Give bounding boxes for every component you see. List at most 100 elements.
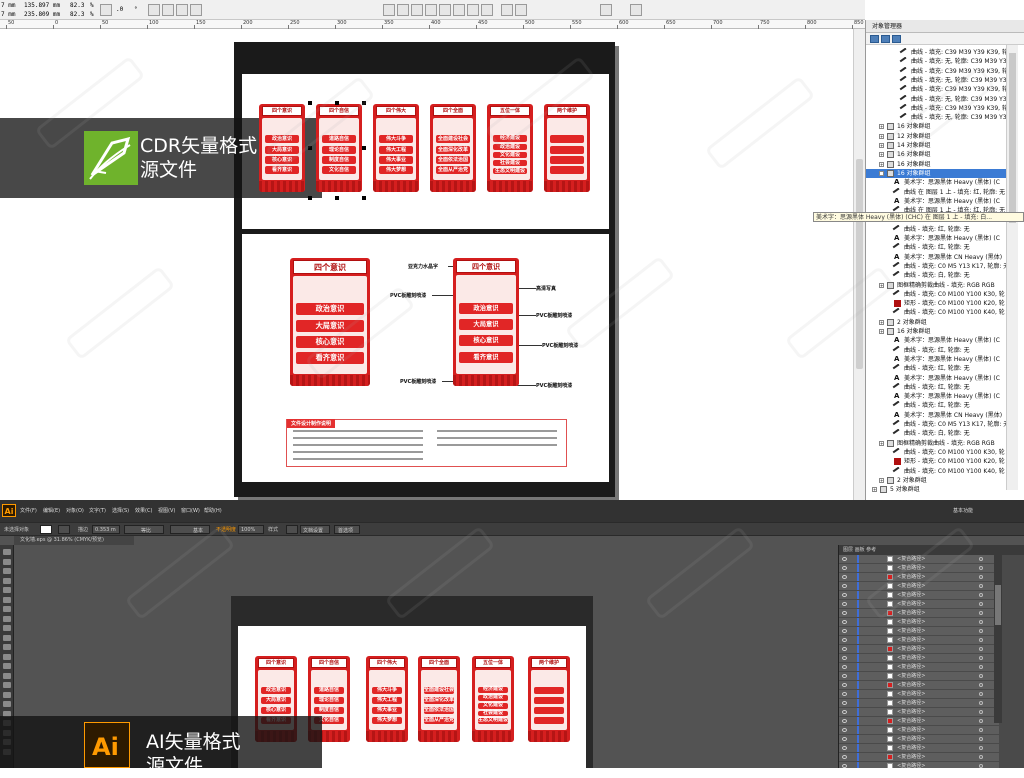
layer-row[interactable]: <复合路径> (839, 573, 999, 582)
weld-icon[interactable] (425, 4, 437, 16)
prop-field-h[interactable]: 7 mm (1, 11, 15, 18)
target-icon[interactable] (979, 638, 983, 642)
object-tree-row[interactable]: + 图框精确剪裁曲线 - 填充: RGB RGB (866, 439, 1006, 448)
tool-icon[interactable] (3, 663, 11, 669)
mirror-h-icon[interactable] (148, 4, 160, 16)
object-tree-row[interactable]: +14 对象群组 (866, 141, 1006, 150)
tool-icon[interactable] (3, 672, 11, 679)
scroll-thumb[interactable] (1009, 53, 1016, 223)
eye-icon[interactable] (842, 602, 847, 606)
object-tree-row[interactable]: + 图框精确剪裁曲线 - 填充: RGB RGB (866, 281, 1006, 290)
target-icon[interactable] (979, 629, 983, 633)
expand-toggle-icon[interactable]: + (879, 124, 884, 130)
selection-handle[interactable] (308, 101, 312, 105)
selection-handle[interactable] (362, 101, 366, 105)
edit-across-layers-icon[interactable] (881, 35, 890, 43)
combine-icon[interactable] (383, 4, 395, 16)
variable-width-select[interactable]: 等比 (124, 525, 164, 534)
eye-icon[interactable] (842, 656, 847, 660)
eye-icon[interactable] (842, 620, 847, 624)
object-tree-row[interactable]: 曲线 - 填充: 白, 轮廓: 无 (866, 429, 1006, 439)
object-tree-row[interactable]: 曲线 - 填充: 白, 轮廓: 无 (866, 271, 1006, 281)
layer-row[interactable]: <复合路径> (839, 744, 999, 753)
object-tree-row[interactable]: 曲线 - 填充: C0 M5 Y13 K17, 轮廓: 无 (866, 261, 1006, 272)
lock-ratio-icon[interactable] (100, 4, 112, 16)
object-tree-row[interactable]: 曲线 - 填充: C0 M100 Y100 K30, 轮 (866, 447, 1006, 458)
eye-icon[interactable] (842, 683, 847, 687)
target-icon[interactable] (979, 584, 983, 588)
eye-icon[interactable] (842, 647, 847, 651)
object-tree-row[interactable]: +2 对象群组 (866, 318, 1006, 327)
target-icon[interactable] (979, 620, 983, 624)
target-icon[interactable] (979, 557, 983, 561)
object-tree-row[interactable]: +16 对象群组 (866, 150, 1006, 159)
object-tree-row[interactable]: 曲线 - 填充: 无, 轮廓: C39 M39 Y39 K (866, 57, 1006, 67)
tool-icon[interactable] (3, 615, 11, 622)
object-tree-row[interactable]: A 美术字：思源黑体 Heavy (黑体) (C (866, 197, 1006, 206)
eye-icon[interactable] (842, 746, 847, 750)
object-tree-row[interactable]: 曲线 - 填充: 红, 轮廓: 无 (866, 345, 1006, 355)
expand-toggle-icon[interactable]: + (879, 440, 884, 446)
object-tree-row[interactable]: 曲线 - 填充: C39 M39 Y39 K39, 轮廓: 无 (866, 66, 1006, 76)
prop-field-w[interactable]: 7 mm (1, 2, 15, 9)
eye-icon[interactable] (842, 665, 847, 669)
outline-icon[interactable] (600, 4, 612, 16)
menu-item[interactable]: 文字(T) (89, 507, 106, 514)
object-tree-row[interactable]: 矩形 - 填充: C0 M100 Y100 K20, 轮 (866, 299, 1006, 308)
layer-row[interactable]: <复合路径> (839, 645, 999, 654)
tool-icon[interactable] (3, 577, 11, 584)
opacity-field[interactable]: 100% (238, 525, 264, 534)
expand-toggle-icon[interactable]: + (872, 487, 877, 493)
object-manager-scrollbar[interactable] (1006, 45, 1018, 490)
selection-handle[interactable] (362, 196, 366, 200)
object-tree-row[interactable]: A 美术字：思源黑体 Heavy (黑体) (C (866, 178, 1006, 187)
target-icon[interactable] (979, 764, 983, 768)
object-tree-row[interactable]: +16 对象群组 (866, 327, 1006, 336)
layer-row[interactable]: <复合路径> (839, 636, 999, 645)
brush-select[interactable]: 基本 (170, 525, 210, 534)
expand-toggle-icon[interactable]: + (879, 329, 884, 334)
target-icon[interactable] (979, 755, 983, 759)
tool-icon[interactable] (3, 644, 11, 650)
style-swatch[interactable] (286, 525, 298, 534)
object-tree-row[interactable]: A 美术字：思源黑体 CN Heavy (黑体) (866, 411, 1006, 420)
target-icon[interactable] (979, 566, 983, 570)
selection-handle[interactable] (335, 101, 339, 105)
tool-icon[interactable] (3, 701, 11, 707)
doc-setup-button[interactable]: 文档设置 (300, 525, 330, 534)
expand-toggle-icon[interactable]: + (879, 319, 884, 325)
tool-icon[interactable] (3, 568, 11, 574)
eye-icon[interactable] (842, 611, 847, 615)
tool-icon[interactable] (3, 691, 11, 698)
prop-y[interactable]: 235.809 mm (24, 11, 60, 18)
menu-item[interactable]: 帮助(H) (204, 507, 222, 514)
layer-row[interactable]: <复合路径> (839, 618, 999, 627)
target-icon[interactable] (979, 656, 983, 660)
expand-toggle-icon[interactable]: + (879, 143, 884, 148)
layer-row[interactable]: <复合路径> (839, 627, 999, 636)
eye-icon[interactable] (842, 638, 847, 642)
layer-row[interactable]: <复合路径> (839, 699, 999, 708)
layer-row[interactable]: <复合路径> (839, 717, 999, 726)
layer-row[interactable]: <复合路径> (839, 708, 999, 717)
eye-icon[interactable] (842, 584, 847, 588)
target-icon[interactable] (979, 593, 983, 597)
layer-row[interactable]: <复合路径> (839, 555, 999, 564)
layer-row[interactable]: <复合路径> (839, 762, 999, 768)
front-minus-back-icon[interactable] (481, 4, 493, 16)
layer-row[interactable]: <复合路径> (839, 726, 999, 735)
object-tree-row[interactable]: 曲线 - 填充: 无, 轮廓: C39 M39 Y39 K (866, 113, 1006, 123)
target-icon[interactable] (979, 602, 983, 606)
target-icon[interactable] (979, 575, 983, 579)
object-tree-row[interactable]: A 美术字：思源黑体 Heavy (黑体) (C (866, 234, 1006, 243)
document-tab[interactable]: 文化墙.eps @ 31.86% (CMYK/预览) (14, 536, 134, 545)
tool-icon[interactable] (3, 625, 11, 631)
quick-customize-icon[interactable] (630, 4, 642, 16)
scroll-thumb[interactable] (995, 585, 1001, 625)
object-tree-row[interactable]: 曲线 - 填充: 无, 轮廓: C39 M39 Y39 K (866, 75, 1006, 86)
eye-icon[interactable] (842, 719, 847, 723)
object-tree-row[interactable]: +16 对象群组 (866, 122, 1006, 131)
object-tree-row[interactable]: 曲线 - 填充: 红, 轮廓: 无 (866, 364, 1006, 374)
eye-icon[interactable] (842, 737, 847, 741)
target-icon[interactable] (979, 728, 983, 732)
